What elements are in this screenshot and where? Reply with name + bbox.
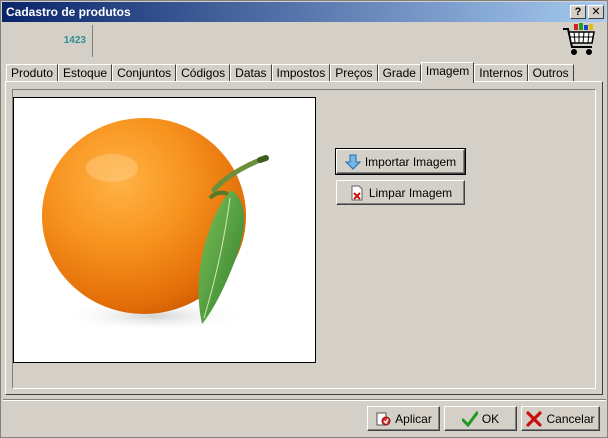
- apply-label: Aplicar: [395, 411, 432, 426]
- shopping-cart-icon: [563, 23, 595, 55]
- product-registration-window: Cadastro de produtos ? ✕ 1423 Produto Es…: [0, 0, 608, 438]
- window-title: Cadastro de produtos: [6, 5, 131, 19]
- check-icon: [461, 411, 478, 427]
- ok-label: OK: [481, 411, 500, 426]
- tab-codigos[interactable]: Códigos: [176, 64, 231, 82]
- orange-image: [42, 118, 269, 332]
- arrow-down-icon: [344, 154, 361, 170]
- apply-button[interactable]: Aplicar: [367, 406, 440, 431]
- import-image-label: Importar Imagem: [364, 154, 457, 169]
- clear-image-label: Limpar Imagem: [368, 185, 453, 200]
- close-button[interactable]: ✕: [588, 5, 604, 19]
- tab-strip: Produto Estoque Conjuntos Códigos Datas …: [6, 62, 574, 83]
- product-code: 1423: [63, 35, 86, 46]
- tab-impostos[interactable]: Impostos: [271, 64, 331, 82]
- product-image: [13, 97, 316, 363]
- tab-outros[interactable]: Outros: [527, 64, 574, 82]
- tab-internos[interactable]: Internos: [474, 64, 528, 82]
- tab-imagem[interactable]: Imagem: [420, 62, 475, 83]
- header-bar: 1423: [3, 23, 606, 59]
- tab-conjuntos[interactable]: Conjuntos: [112, 64, 177, 82]
- cancel-button[interactable]: Cancelar: [521, 406, 600, 431]
- delete-file-icon: [351, 185, 363, 200]
- help-button[interactable]: ?: [570, 5, 586, 19]
- ok-button[interactable]: OK: [444, 406, 517, 431]
- apply-document-icon: [376, 412, 391, 425]
- clear-image-button[interactable]: Limpar Imagem: [336, 180, 465, 205]
- cancel-x-icon: [526, 410, 543, 427]
- footer-separator: [3, 399, 606, 401]
- tab-produto[interactable]: Produto: [6, 64, 59, 82]
- tab-datas[interactable]: Datas: [230, 64, 272, 82]
- tab-grade[interactable]: Grade: [377, 64, 421, 82]
- product-code-box: 1423: [4, 25, 93, 57]
- tab-estoque[interactable]: Estoque: [58, 64, 113, 82]
- cancel-label: Cancelar: [546, 411, 595, 426]
- title-bar[interactable]: Cadastro de produtos ? ✕: [2, 2, 606, 22]
- tab-precos[interactable]: Preços: [330, 64, 378, 82]
- import-image-button[interactable]: Importar Imagem: [335, 148, 466, 175]
